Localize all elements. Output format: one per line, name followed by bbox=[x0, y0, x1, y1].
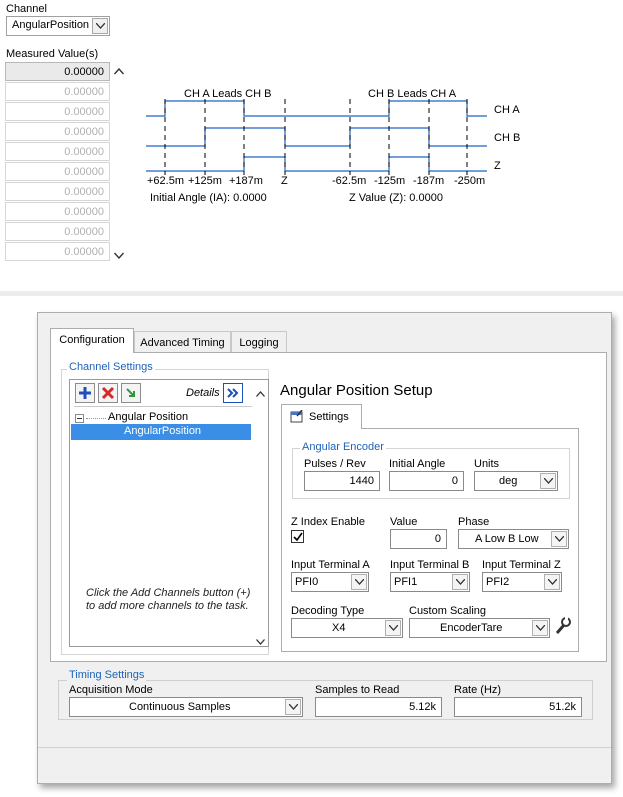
ch-a-label: CH A bbox=[494, 104, 520, 116]
tab-settings[interactable]: Settings bbox=[281, 404, 362, 429]
z-signal bbox=[146, 156, 487, 172]
settings-tab-label: Settings bbox=[309, 411, 349, 423]
setup-title: Angular Position Setup bbox=[280, 382, 433, 399]
footer-divider bbox=[38, 747, 611, 748]
units-select[interactable]: deg bbox=[474, 471, 558, 491]
tree-item-selected[interactable]: AngularPosition bbox=[71, 424, 251, 440]
ch-b-leads-label: CH B Leads CH A bbox=[368, 88, 457, 100]
remove-channel-button[interactable] bbox=[98, 383, 118, 403]
input-terminal-z-value: PFI2 bbox=[486, 576, 510, 588]
input-terminal-z-select[interactable]: PFI2 bbox=[482, 572, 562, 592]
tab-configuration[interactable]: Configuration bbox=[50, 328, 134, 353]
decoding-type-select[interactable]: X4 bbox=[291, 618, 403, 638]
pulses-per-rev-label: Pulses / Rev bbox=[304, 458, 366, 470]
value-label: Value bbox=[390, 516, 418, 528]
z-index-enable-checkbox[interactable] bbox=[291, 530, 304, 543]
encoder-timing-diagram bbox=[146, 99, 487, 175]
wrench-icon[interactable] bbox=[553, 616, 571, 636]
ch-b-label: CH B bbox=[494, 132, 521, 144]
z-index-enable-label: Z Index Enable bbox=[291, 516, 365, 528]
input-terminal-b-value: PFI1 bbox=[394, 576, 418, 588]
tick-label: -125m bbox=[374, 175, 406, 187]
input-terminal-z-label: Input Terminal Z bbox=[482, 559, 561, 571]
settings-icon bbox=[290, 410, 303, 423]
phase-label: Phase bbox=[458, 516, 490, 528]
pulses-per-rev-input[interactable]: 1440 bbox=[304, 471, 380, 491]
initial-angle-input[interactable]: 0 bbox=[389, 471, 464, 491]
acquisition-mode-value: Continuous Samples bbox=[129, 701, 231, 713]
details-toggle-button[interactable] bbox=[223, 383, 243, 403]
z-label: Z bbox=[494, 160, 501, 172]
phase-value: A Low B Low bbox=[475, 533, 539, 545]
delete-x-icon bbox=[101, 386, 115, 400]
tick-label: -62.5m bbox=[332, 175, 367, 187]
add-channels-hint: Click the Add Channels button (+) to add… bbox=[86, 587, 251, 612]
tick-label: +62.5m bbox=[147, 175, 184, 187]
acquisition-mode-label: Acquisition Mode bbox=[69, 684, 153, 696]
samples-to-read-input[interactable]: 5.12k bbox=[315, 697, 442, 717]
scroll-up-icon[interactable] bbox=[256, 388, 265, 400]
add-channel-button[interactable] bbox=[75, 383, 95, 403]
input-terminal-a-select[interactable]: PFI0 bbox=[291, 572, 369, 592]
tick-label: -187m bbox=[413, 175, 445, 187]
chevron-down-icon[interactable] bbox=[385, 620, 401, 636]
toolbar-divider bbox=[74, 406, 252, 407]
input-terminal-b-label: Input Terminal B bbox=[390, 559, 470, 571]
tree-connector bbox=[86, 418, 106, 419]
rate-label: Rate (Hz) bbox=[454, 684, 502, 696]
plus-icon bbox=[79, 387, 91, 399]
tab-logging[interactable]: Logging bbox=[231, 331, 287, 353]
chevron-down-icon[interactable] bbox=[540, 473, 556, 489]
configuration-panel: Channel Settings Details Angular Positio… bbox=[50, 352, 607, 662]
samples-to-read-label: Samples to Read bbox=[315, 684, 400, 696]
tab-advanced-timing[interactable]: Advanced Timing bbox=[134, 331, 231, 353]
ch-b-signal bbox=[146, 127, 487, 147]
input-terminal-a-value: PFI0 bbox=[295, 576, 319, 588]
chevron-down-icon[interactable] bbox=[544, 574, 560, 590]
chevron-down-icon[interactable] bbox=[452, 574, 468, 590]
custom-scaling-select[interactable]: EncoderTare bbox=[409, 618, 550, 638]
input-terminal-a-label: Input Terminal A bbox=[291, 559, 370, 571]
custom-scaling-label: Custom Scaling bbox=[409, 605, 487, 617]
ch-a-signal bbox=[146, 100, 487, 117]
acquisition-mode-select[interactable]: Continuous Samples bbox=[69, 697, 303, 717]
double-chevron-right-icon bbox=[227, 388, 239, 398]
checkmark-icon bbox=[293, 532, 303, 542]
tick-label: +125m bbox=[188, 175, 222, 187]
initial-angle-readout: Initial Angle (IA): 0.0000 bbox=[150, 192, 267, 204]
value-input[interactable]: 0 bbox=[390, 529, 447, 549]
units-label: Units bbox=[474, 458, 500, 470]
daq-assistant-dialog: Configuration Advanced Timing Logging Ch… bbox=[37, 312, 612, 784]
expand-channels-button[interactable] bbox=[121, 383, 141, 403]
decoding-type-value: X4 bbox=[332, 622, 346, 634]
input-terminal-b-select[interactable]: PFI1 bbox=[390, 572, 470, 592]
tick-label: +187m bbox=[229, 175, 263, 187]
chevron-down-icon[interactable] bbox=[551, 531, 567, 547]
angular-encoder-title: Angular Encoder bbox=[300, 441, 386, 453]
tick-label: Z bbox=[281, 175, 288, 187]
custom-scaling-value: EncoderTare bbox=[440, 622, 503, 634]
timing-settings-title: Timing Settings bbox=[67, 669, 147, 681]
tree-item-label: AngularPosition bbox=[124, 425, 202, 437]
details-label: Details bbox=[186, 387, 220, 399]
chevron-down-icon[interactable] bbox=[351, 574, 367, 590]
z-value-readout: Z Value (Z): 0.0000 bbox=[349, 192, 443, 204]
decoding-type-label: Decoding Type bbox=[291, 605, 365, 617]
scroll-down-icon[interactable] bbox=[256, 636, 265, 648]
units-value: deg bbox=[499, 475, 518, 487]
tree-item-angular-position[interactable]: Angular Position bbox=[108, 411, 188, 423]
initial-angle-label: Initial Angle bbox=[389, 458, 446, 470]
ch-a-leads-label: CH A Leads CH B bbox=[184, 88, 272, 100]
phase-select[interactable]: A Low B Low bbox=[458, 529, 569, 549]
collapse-node-icon[interactable] bbox=[75, 414, 84, 423]
chevron-down-icon[interactable] bbox=[285, 699, 301, 715]
channel-list: Details Angular Position AngularPosition… bbox=[69, 379, 269, 647]
tick-label: -250m bbox=[454, 175, 486, 187]
separator bbox=[0, 291, 623, 296]
chevron-down-icon[interactable] bbox=[532, 620, 548, 636]
arrow-down-right-icon bbox=[126, 388, 135, 397]
channel-settings-title: Channel Settings bbox=[67, 361, 155, 373]
rate-input[interactable]: 51.2k bbox=[454, 697, 582, 717]
